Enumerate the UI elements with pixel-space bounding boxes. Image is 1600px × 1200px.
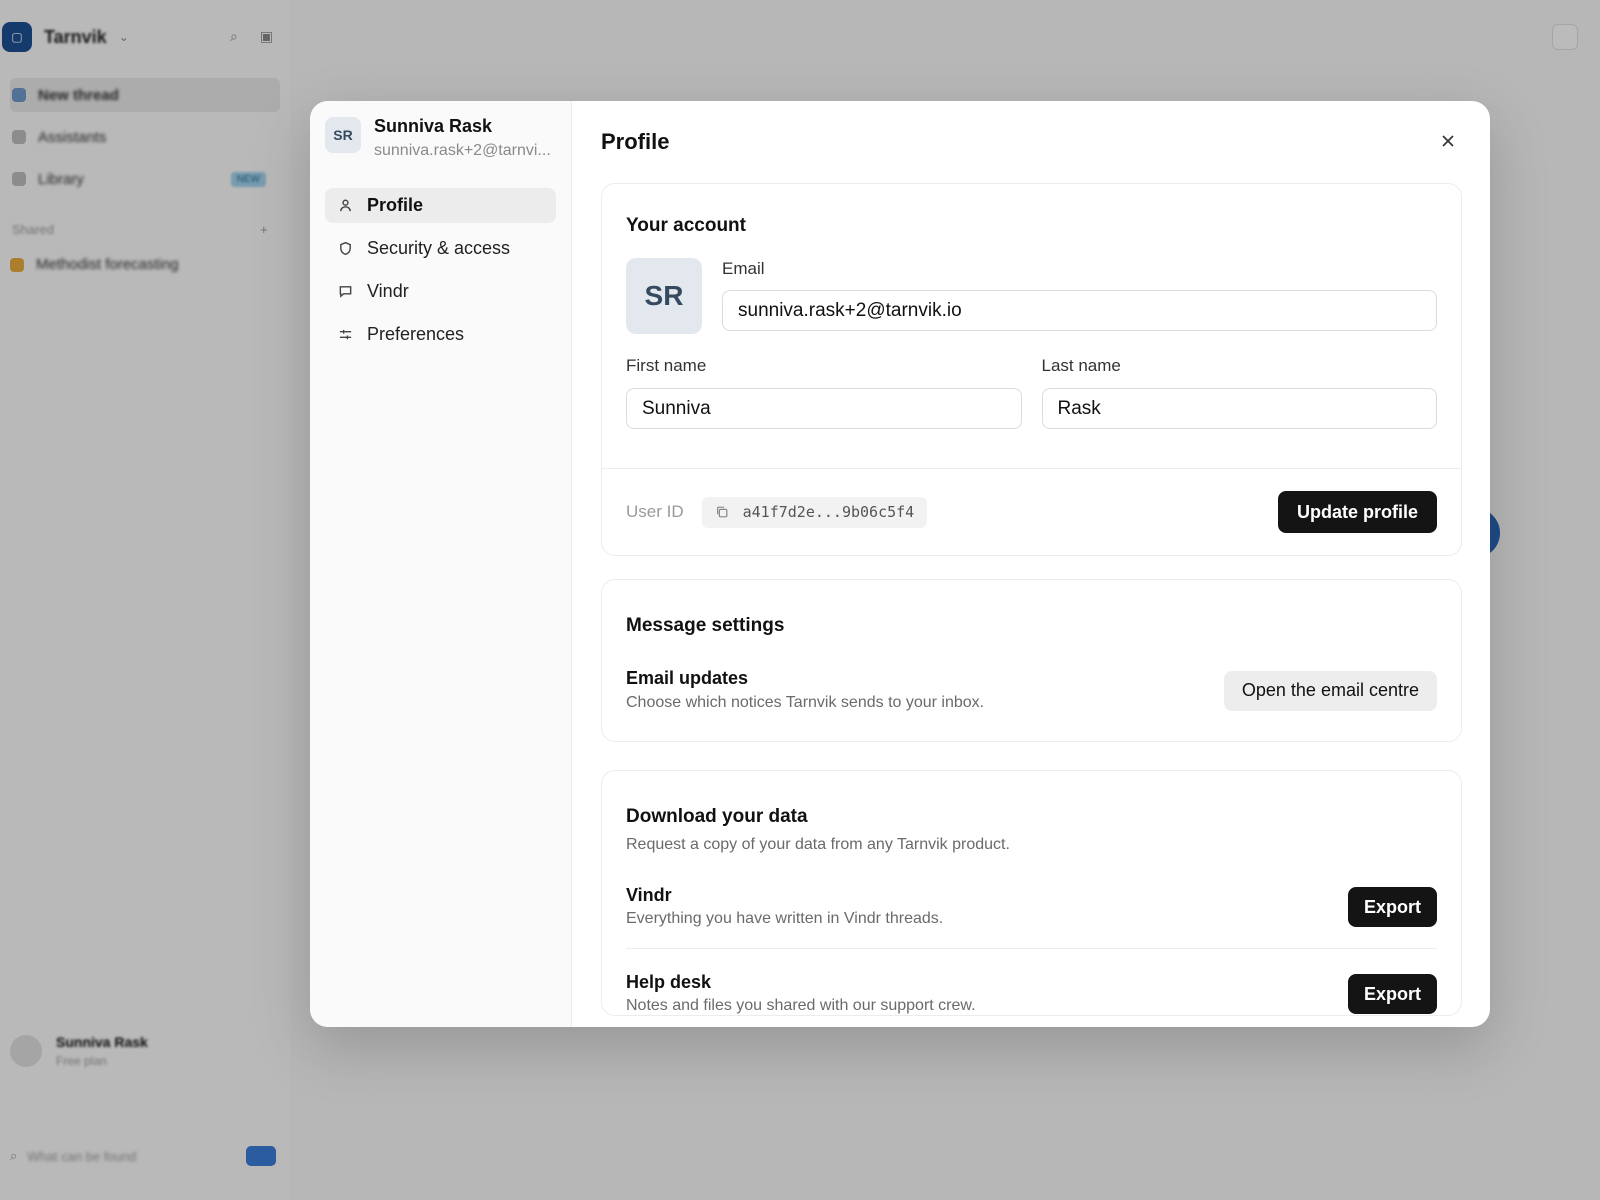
settings-nav: Profile Security & access Vindr Preferen… <box>325 188 556 352</box>
avatar: SR <box>325 117 361 153</box>
close-button[interactable] <box>1436 129 1460 153</box>
profile-avatar[interactable]: SR <box>626 258 702 334</box>
user-id-label: User ID <box>626 502 684 521</box>
user-id-value: a41f7d2e...9b06c5f4 <box>742 503 915 521</box>
export-row-vindr: Vindr Everything you have written in Vin… <box>626 884 1437 949</box>
copy-icon <box>716 506 728 518</box>
settings-nav-label: Profile <box>367 195 424 215</box>
settings-nav-security[interactable]: Security & access <box>325 231 556 266</box>
export-item-title: Vindr <box>626 885 672 905</box>
email-field-group: Email <box>722 258 1437 334</box>
email-row: SR Email <box>626 258 1437 334</box>
account-card-title: Your account <box>626 215 746 236</box>
export-item-desc: Notes and files you shared with our supp… <box>626 997 976 1014</box>
chat-bubble-icon <box>337 284 353 300</box>
page-title: Profile <box>601 129 670 154</box>
settings-sidebar: SR Sunniva Rask sunniva.rask+2@tarnvi...… <box>310 101 572 1027</box>
export-item-title: Help desk <box>626 972 712 992</box>
user-name: Sunniva Rask <box>374 116 493 136</box>
sliders-icon <box>337 327 353 343</box>
download-data-card: Download your data Request a copy of you… <box>601 770 1462 1016</box>
settings-nav-vindr[interactable]: Vindr <box>325 274 556 309</box>
export-vindr-button[interactable]: Export <box>1347 887 1437 927</box>
account-footer: User ID a41f7d2e...9b06c5f4 Update profi… <box>602 469 1461 555</box>
email-label: Email <box>722 259 765 278</box>
email-updates-row: Email updates Choose which notices Tarnv… <box>626 667 1437 714</box>
open-email-centre-button[interactable]: Open the email centre <box>1223 670 1437 711</box>
message-settings-card: Message settings Email updates Choose wh… <box>601 579 1462 742</box>
first-name-input[interactable] <box>626 388 1022 429</box>
current-user: SR Sunniva Rask sunniva.rask+2@tarnvi... <box>325 115 556 162</box>
first-name-label: First name <box>626 356 707 375</box>
user-id-copy[interactable]: a41f7d2e...9b06c5f4 <box>701 496 928 528</box>
settings-nav-label: Vindr <box>367 281 409 301</box>
settings-nav-preferences[interactable]: Preferences <box>325 317 556 352</box>
settings-nav-label: Security & access <box>367 238 511 258</box>
email-updates-title: Email updates <box>626 668 749 688</box>
first-name-group: First name <box>626 355 1022 429</box>
account-card: Your account SR Email First name Last na… <box>601 183 1462 556</box>
update-profile-button[interactable]: Update profile <box>1277 491 1437 533</box>
export-item-desc: Everything you have written in Vindr thr… <box>626 910 944 927</box>
email-updates-desc: Choose which notices Tarnvik sends to yo… <box>626 694 985 711</box>
message-settings-title: Message settings <box>626 615 785 636</box>
settings-nav-label: Preferences <box>367 324 465 344</box>
download-data-title: Download your data <box>626 806 808 827</box>
last-name-group: Last name <box>1041 355 1437 429</box>
email-field[interactable] <box>722 290 1437 331</box>
settings-content: Profile Your account SR Email First name <box>572 101 1490 1027</box>
shield-icon <box>337 241 353 257</box>
close-icon <box>1442 135 1454 147</box>
last-name-input[interactable] <box>1041 388 1437 429</box>
account-fields: Your account SR Email First name Last na… <box>602 184 1461 469</box>
settings-modal: SR Sunniva Rask sunniva.rask+2@tarnvi...… <box>310 101 1490 1027</box>
name-row: First name Last name <box>626 355 1437 429</box>
download-data-desc: Request a copy of your data from any Tar… <box>626 836 1010 853</box>
user-email: sunniva.rask+2@tarnvi... <box>374 142 551 159</box>
last-name-label: Last name <box>1041 356 1121 375</box>
settings-nav-profile[interactable]: Profile <box>325 188 556 223</box>
export-help-desk-button[interactable]: Export <box>1347 974 1437 1014</box>
person-icon <box>337 198 353 214</box>
export-row-help-desk: Help desk Notes and files you shared wit… <box>626 971 1437 1017</box>
